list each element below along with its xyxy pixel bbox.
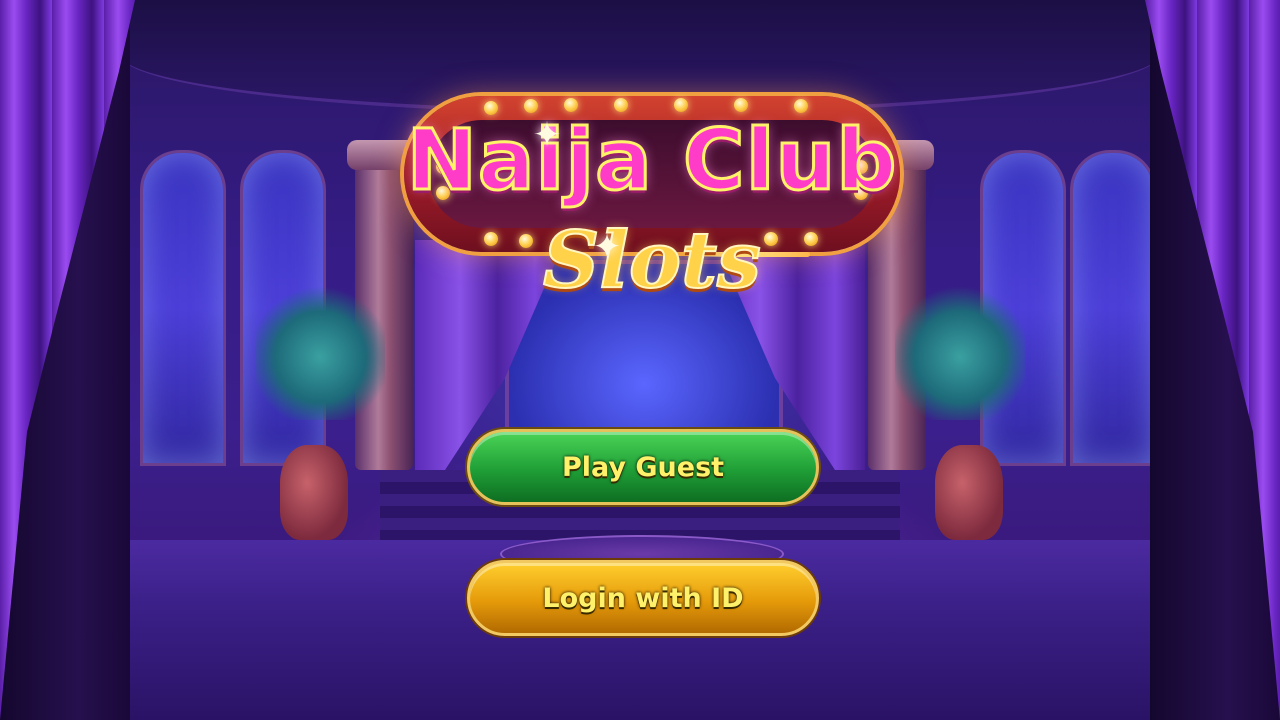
marquee-bulb <box>734 98 748 112</box>
vase-right <box>935 445 1003 540</box>
play-guest-button[interactable]: Play Guest <box>467 429 819 505</box>
wall-arch-window <box>1070 150 1156 466</box>
play-guest-label: Play Guest <box>561 451 725 483</box>
sparkle-icon: ✦ <box>592 227 622 267</box>
game-lobby-scene: Naija Club Slots ✦ ✦ Play Guest Login wi… <box>0 0 1280 720</box>
marquee-bulb <box>674 98 688 112</box>
plant-left <box>255 280 385 420</box>
marquee-bulb <box>614 98 628 112</box>
logo-subtitle: Slots <box>542 215 762 306</box>
logo-title: Naija Club <box>405 111 898 209</box>
plant-right <box>895 280 1025 420</box>
login-with-id-button[interactable]: Login with ID <box>467 560 819 636</box>
sparkle-icon: ✦ <box>532 115 562 155</box>
wall-arch-window <box>140 150 226 466</box>
vase-left <box>280 445 348 540</box>
login-with-id-label: Login with ID <box>542 582 744 614</box>
marquee-bulb <box>564 98 578 112</box>
